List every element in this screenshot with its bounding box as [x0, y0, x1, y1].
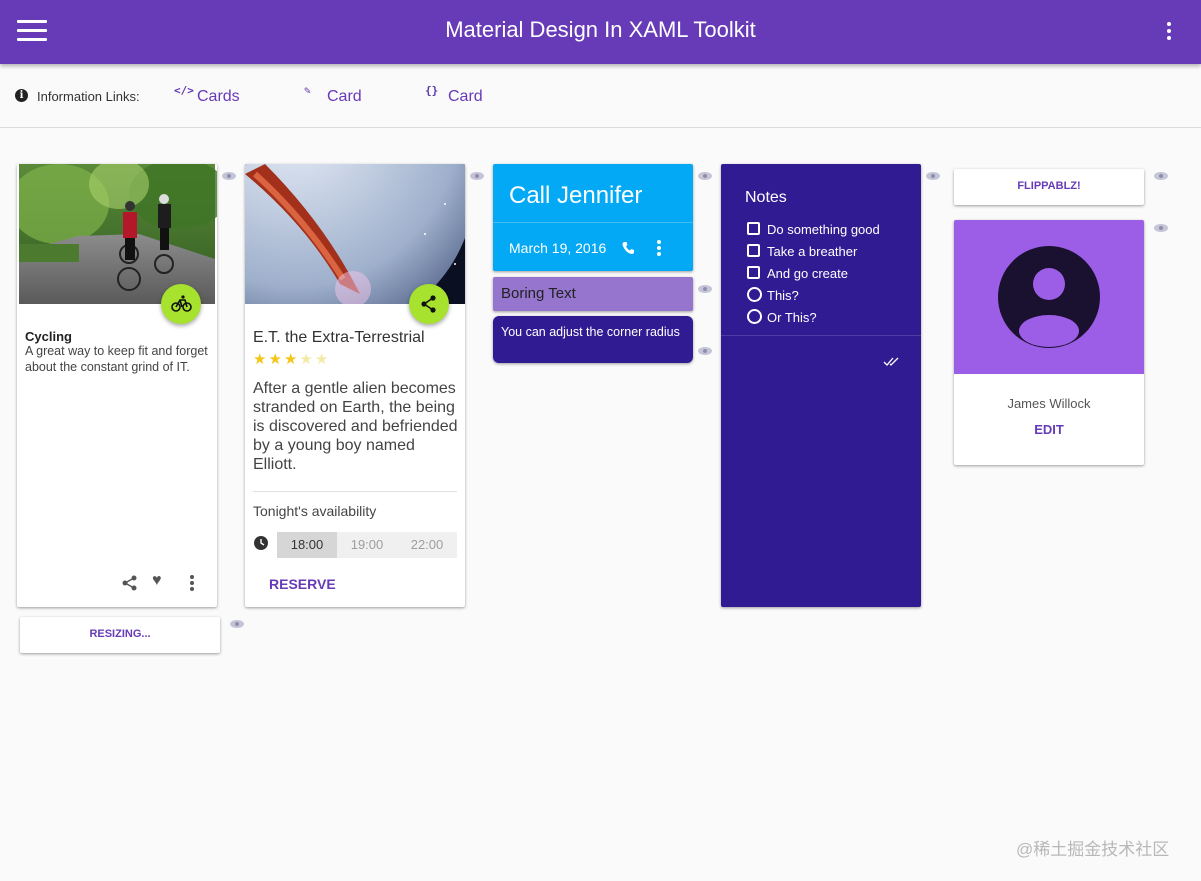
more-vert-icon[interactable]: [187, 575, 197, 593]
radio-button[interactable]: [747, 309, 762, 324]
movie-description: After a gentle alien becomes stranded on…: [253, 380, 458, 473]
eye-icon[interactable]: [1154, 224, 1168, 232]
information-links-label: Information Links:: [37, 89, 140, 104]
star-filled-icon[interactable]: ★: [268, 351, 281, 368]
cycling-card: Cycling A great way to keep fit and forg…: [17, 164, 217, 607]
checkbox[interactable]: [747, 222, 760, 235]
radio-label: Or This?: [767, 310, 817, 325]
information-links-bar: i Information Links: </> Cards ✎ Card {}…: [0, 64, 1201, 128]
eye-icon[interactable]: [1154, 172, 1168, 180]
share-fab-button[interactable]: [409, 284, 449, 324]
checkbox-label: And go create: [767, 266, 848, 281]
braces-icon: {}: [425, 84, 439, 97]
call-date: March 19, 2016: [509, 240, 607, 256]
checkbox[interactable]: [747, 266, 760, 279]
call-card: Call Jennifer March 19, 2016: [493, 164, 693, 271]
bike-fab-button[interactable]: [161, 284, 201, 324]
time-slot[interactable]: 22:00: [397, 532, 457, 558]
divider: [253, 491, 457, 492]
star-filled-icon[interactable]: ★: [284, 351, 297, 368]
cycling-image: [19, 164, 217, 304]
share-icon[interactable]: [122, 575, 138, 591]
clock-icon: [254, 536, 268, 550]
done-all-icon[interactable]: [883, 356, 901, 368]
boring-text: Boring Text: [501, 285, 576, 302]
profile-name: James Willock: [1007, 396, 1091, 411]
info-icon: i: [15, 89, 28, 102]
flippablz-card[interactable]: FLIPPABLZ!: [954, 169, 1144, 205]
rating-stars[interactable]: ★ ★ ★ ★ ★: [253, 350, 330, 368]
movie-title: E.T. the Extra-Terrestrial: [253, 329, 425, 346]
eye-icon[interactable]: [698, 347, 712, 355]
flippablz-label: FLIPPABLZ!: [1017, 180, 1081, 192]
checkbox-label: Take a breather: [767, 244, 858, 259]
time-slot-selected[interactable]: 18:00: [277, 532, 337, 558]
eye-icon[interactable]: [698, 285, 712, 293]
link-label: Card: [448, 88, 483, 105]
bike-icon: [171, 295, 192, 312]
boring-card: Boring Text: [493, 277, 693, 311]
reserve-button[interactable]: RESERVE: [269, 576, 336, 592]
resizing-card[interactable]: RESIZING...: [20, 617, 220, 653]
radio-label: This?: [767, 288, 799, 303]
eye-icon[interactable]: [926, 172, 940, 180]
notes-title: Notes: [745, 189, 787, 206]
checkbox-label: Do something good: [767, 222, 880, 237]
eye-icon[interactable]: [222, 172, 236, 180]
cycling-description: A great way to keep fit and forget about…: [25, 344, 208, 374]
cycling-title: Cycling: [25, 329, 72, 344]
app-bar: Material Design In XAML Toolkit: [0, 0, 1201, 64]
movie-card: E.T. the Extra-Terrestrial ★ ★ ★ ★ ★ After a…: [245, 164, 465, 607]
time-slot[interactable]: 19:00: [337, 532, 397, 558]
divider: [493, 222, 693, 223]
phone-icon[interactable]: [621, 241, 635, 255]
call-title: Call Jennifer: [509, 182, 643, 209]
star-filled-icon[interactable]: ★: [253, 351, 266, 368]
divider: [721, 335, 921, 336]
link-label: Cards: [197, 88, 240, 105]
star-empty-icon[interactable]: ★: [315, 351, 328, 368]
eye-icon[interactable]: [230, 620, 244, 628]
star-empty-icon[interactable]: ★: [299, 351, 312, 368]
profile-card: James Willock EDIT: [954, 220, 1144, 465]
brush-icon: ✎: [304, 84, 311, 97]
heart-icon[interactable]: ♥: [152, 572, 162, 590]
edit-button[interactable]: EDIT: [954, 422, 1144, 437]
corner-radius-text: You can adjust the corner radius: [501, 325, 680, 339]
watermark: @稀土掘金技术社区: [1016, 840, 1170, 859]
more-vert-icon[interactable]: [1160, 18, 1178, 44]
link-label: Card: [327, 88, 362, 105]
availability-label: Tonight's availability: [253, 503, 377, 519]
more-vert-icon[interactable]: [654, 240, 664, 258]
notes-card: Notes Do something good Take a breather …: [721, 164, 921, 607]
code-icon: </>: [174, 84, 194, 97]
movie-image: [245, 164, 465, 304]
account-circle-icon: [998, 246, 1100, 348]
radio-button[interactable]: [747, 287, 762, 302]
eye-icon[interactable]: [698, 172, 712, 180]
corner-radius-card: You can adjust the corner radius: [493, 316, 693, 363]
share-icon: [421, 295, 436, 313]
checkbox[interactable]: [747, 244, 760, 257]
app-title: Material Design In XAML Toolkit: [445, 17, 756, 42]
time-slots: 18:00 19:00 22:00: [277, 532, 457, 558]
resizing-label: RESIZING...: [89, 628, 151, 640]
eye-icon[interactable]: [470, 172, 484, 180]
